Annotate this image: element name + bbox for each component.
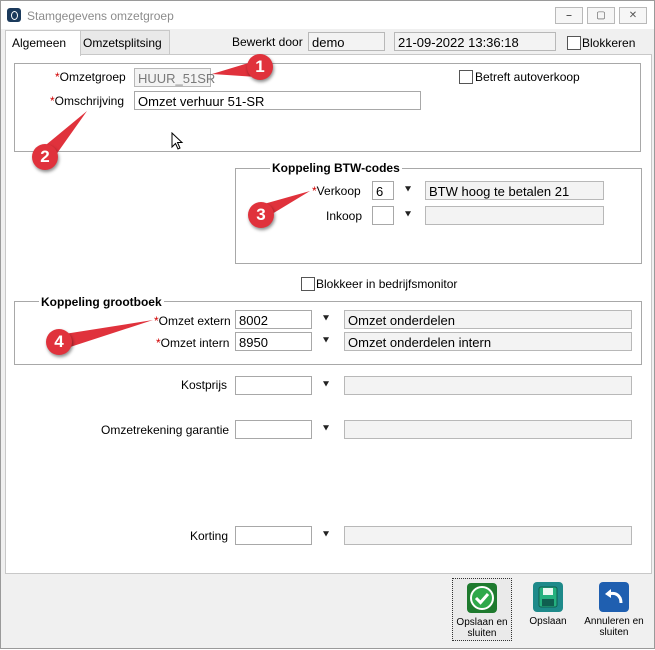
timestamp-field: 21-09-2022 13:36:18 [394,32,556,51]
tab-algemeen[interactable]: Algemeen [5,30,81,56]
cancel-close-label: Annuleren en sluiten [584,616,644,638]
bewerkt-door-field: demo [308,32,385,51]
omzet-intern-label-text: Omzet intern [160,336,230,350]
omzet-intern-desc-field: Omzet onderdelen intern [344,332,632,351]
save-label: Opslaan [529,616,567,627]
floppy-icon [533,582,563,612]
omzet-extern-label-text: Omzet extern [158,314,231,328]
garantie-code-field[interactable] [235,420,312,439]
callout-3: 3 [248,202,274,228]
grootboek-group-title: Koppeling grootboek [39,295,164,309]
omzet-intern-label: *Omzet intern [156,336,229,350]
omzet-extern-desc-field: Omzet onderdelen [344,310,632,329]
omzet-extern-code-field[interactable]: 8002 [235,310,312,329]
dialog-window: Stamgegevens omzetgroep ⎯ ▢ ✕ Algemeen O… [0,0,655,649]
omzet-intern-dropdown-icon[interactable]: ⯆ [319,333,333,350]
garantie-dropdown-icon[interactable]: ⯆ [319,421,333,438]
save-button[interactable]: Opslaan [518,578,578,641]
blokkeren-label: Blokkeren [582,36,636,50]
check-icon [467,583,497,613]
omschrijving-label-text: Omschrijving [54,94,125,108]
blokkeer-monitor-checkbox[interactable] [301,277,315,291]
omschrijving-label: *Omschrijving [50,94,124,108]
inkoop-label: Inkoop [326,209,363,223]
omzetgroep-label: *Omzetgroep [55,70,126,84]
callout-4: 4 [46,329,72,355]
title-bar: Stamgegevens omzetgroep ⎯ ▢ ✕ [1,1,654,29]
close-button[interactable]: ✕ [619,7,647,24]
inkoop-code-field[interactable] [372,206,394,225]
window-title: Stamgegevens omzetgroep [27,9,174,23]
omzet-extern-label: *Omzet extern [154,314,231,328]
callout-2: 2 [32,144,58,170]
korting-desc-field [344,526,632,545]
korting-dropdown-icon[interactable]: ⯆ [319,527,333,544]
blokkeren-checkbox[interactable] [567,36,581,50]
garantie-desc-field [344,420,632,439]
bewerkt-door-label: Bewerkt door [232,35,303,49]
omzet-intern-code-field[interactable]: 8950 [235,332,312,351]
verkoop-code-field[interactable]: 6 [372,181,394,200]
korting-code-field[interactable] [235,526,312,545]
inkoop-dropdown-icon[interactable]: ⯆ [401,207,415,224]
omzetgroep-field[interactable]: HUUR_51SR [134,68,215,87]
maximize-button[interactable]: ▢ [587,7,615,24]
save-close-button[interactable]: Opslaan en sluiten [452,578,512,641]
btw-group-title: Koppeling BTW-codes [270,161,402,175]
cancel-close-button[interactable]: Annuleren en sluiten [584,578,644,641]
kostprijs-dropdown-icon[interactable]: ⯆ [319,377,333,394]
tab-omzetsplitsing[interactable]: Omzetsplitsing [76,30,170,55]
betreft-autoverkoop-label: Betreft autoverkoop [475,70,580,84]
kostprijs-code-field[interactable] [235,376,312,395]
korting-label: Korting [190,529,229,543]
mouse-cursor-icon [171,132,184,150]
minimize-button[interactable]: ⎯ [555,7,583,24]
inkoop-desc-field [425,206,604,225]
save-close-label: Opslaan en sluiten [456,617,508,639]
verkoop-label-text: Verkoop [316,184,361,198]
undo-icon [599,582,629,612]
betreft-autoverkoop-checkbox[interactable] [459,70,473,84]
app-icon [7,8,21,22]
verkoop-dropdown-icon[interactable]: ⯆ [401,182,415,199]
verkoop-label: *Verkoop [312,184,361,198]
kostprijs-label: Kostprijs [181,378,228,392]
omzet-extern-dropdown-icon[interactable]: ⯆ [319,311,333,328]
callout-1: 1 [247,54,273,80]
garantie-label: Omzetrekening garantie [101,423,230,437]
kostprijs-desc-field [344,376,632,395]
omschrijving-field[interactable]: Omzet verhuur 51-SR [134,91,421,110]
blokkeer-monitor-label: Blokkeer in bedrijfsmonitor [316,277,458,291]
omzetgroep-label-text: Omzetgroep [59,70,126,84]
verkoop-desc-field: BTW hoog te betalen 21 [425,181,604,200]
